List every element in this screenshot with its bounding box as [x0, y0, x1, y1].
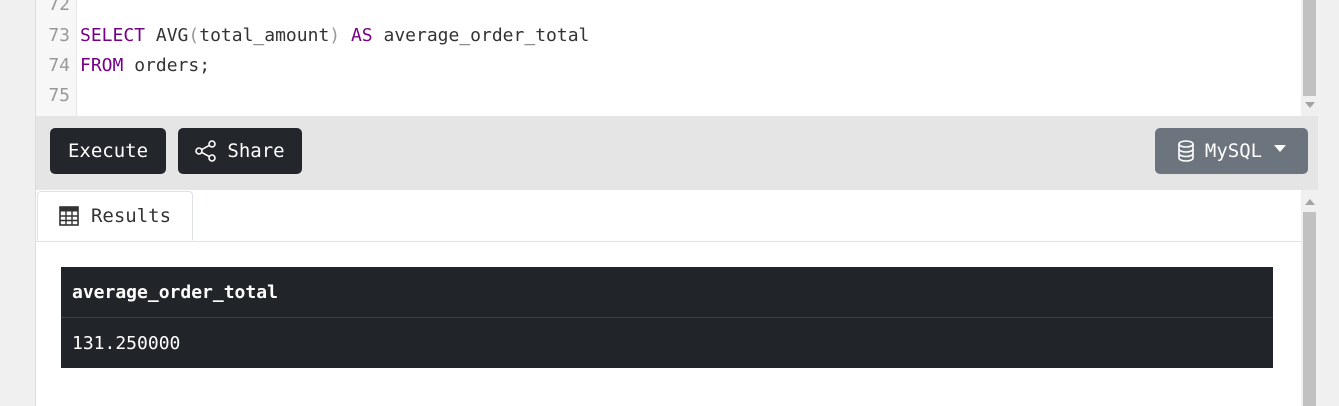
tab-results[interactable]: Results — [37, 191, 193, 241]
tab-results-label: Results — [90, 205, 172, 227]
execute-button-label: Execute — [67, 140, 149, 162]
execute-button[interactable]: Execute — [50, 128, 166, 174]
table-icon — [59, 206, 79, 226]
database-icon — [1177, 140, 1195, 162]
code-editor[interactable]: 72 73 SELECT AVG(total_amount) AS average_… — [36, 0, 1318, 116]
line-number: 75 — [48, 85, 70, 106]
line-number: 74 — [48, 55, 70, 76]
editor-toolbar: Execute Share MySQL — [36, 116, 1318, 190]
column-header: average_order_total — [61, 267, 1273, 318]
code-token: average_order_total — [372, 25, 590, 46]
code-token: ) — [329, 25, 341, 46]
code-text: FROM orders; — [80, 51, 210, 81]
scroll-up-arrow-icon[interactable] — [1305, 199, 1315, 205]
result-table: average_order_total 131.250000 — [61, 267, 1273, 368]
results-scroll-thumb[interactable] — [1303, 212, 1316, 406]
line-number: 73 — [48, 25, 70, 46]
code-token: FROM — [80, 55, 124, 76]
results-panel: Results average_order_total 131.250000 — [36, 190, 1318, 406]
scroll-down-arrow-icon[interactable] — [1305, 102, 1315, 108]
results-tabbar: Results — [36, 190, 1301, 242]
code-text: SELECT AVG(total_amount) AS average_orde… — [80, 21, 589, 51]
sql-playground: 72 73 SELECT AVG(total_amount) AS average_… — [35, 0, 1318, 406]
results-scrollbar[interactable] — [1301, 190, 1318, 406]
code-token: total_amount — [199, 25, 330, 46]
code-token: SELECT — [80, 25, 146, 46]
line-number: 72 — [48, 0, 70, 15]
code-token: AS — [340, 25, 373, 46]
code-token: AVG — [145, 25, 189, 46]
share-button-label: Share — [227, 140, 285, 162]
share-icon — [195, 140, 217, 162]
code-token: orders; — [123, 55, 211, 76]
table-cell: 131.250000 — [72, 332, 181, 354]
share-button[interactable]: Share — [178, 128, 302, 174]
database-select-button[interactable]: MySQL — [1155, 128, 1308, 174]
editor-scroll-thumb[interactable] — [1303, 0, 1316, 96]
code-token: ( — [188, 25, 200, 46]
table-row: 131.250000 — [61, 318, 1273, 369]
chevron-down-icon — [1274, 144, 1287, 152]
editor-scrollbar[interactable] — [1301, 0, 1318, 116]
table-header-row: average_order_total — [61, 267, 1273, 318]
database-select-label: MySQL — [1204, 140, 1263, 162]
